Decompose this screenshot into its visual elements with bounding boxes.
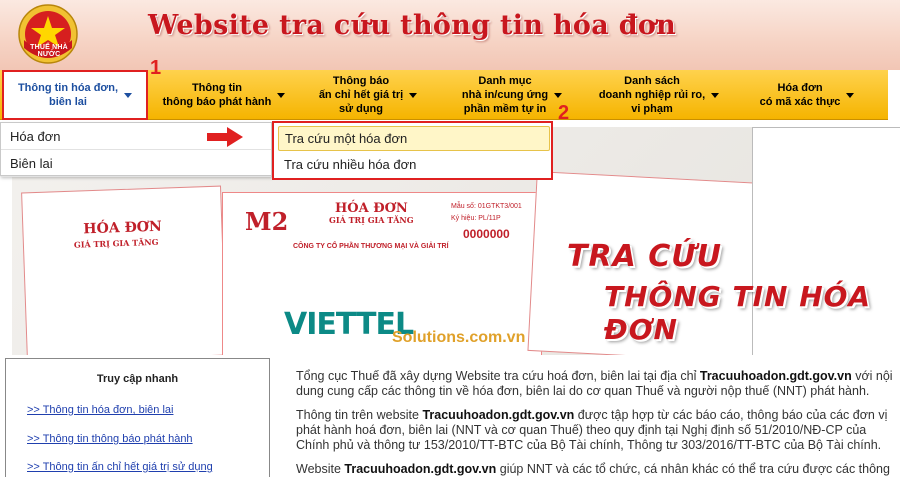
nav-authenticated-invoice[interactable]: Hóa đơn có mã xác thực	[732, 70, 882, 120]
nav-label: sử dụng	[338, 103, 383, 115]
nav-expired-forms[interactable]: Thông báo ấn chỉ hết giá trị sử dụng	[298, 70, 438, 120]
sheet-title: HÓA ĐƠN	[83, 218, 163, 238]
menu-item-lookup-multiple[interactable]: Tra cứu nhiều hóa đơn	[278, 153, 550, 178]
sheet-symbol: Ký hiệu: PL/11P	[451, 215, 501, 222]
quick-link-expired-forms[interactable]: >> Thông tin ấn chỉ hết giá trị sử dụng	[27, 461, 213, 473]
intro-text: Tổng cục Thuế đã xây dựng Website tra cứ…	[296, 369, 900, 477]
sheet-code: Mẫu số: 01GTKT3/001	[451, 203, 522, 210]
nav-label: ấn chỉ hết giá trị	[318, 89, 404, 101]
intro-paragraph-2: Thông tin trên website Tracuuhoadon.gdt.…	[296, 408, 900, 453]
nav-label: Hóa đơn	[777, 82, 823, 94]
menu-item-lookup-single[interactable]: Tra cứu một hóa đơn	[278, 126, 550, 151]
intro-paragraph-3: Website Tracuuhoadon.gdt.gov.vn giúp NNT…	[296, 462, 900, 477]
sheet-title: HÓA ĐƠN	[335, 201, 408, 216]
invoice-sheet-image: HÓA ĐƠN GIÁ TRỊ GIA TĂNG	[21, 185, 227, 355]
site-title: Website tra cứu thông tin hóa đơn	[148, 10, 677, 41]
sheet-m2: M2	[245, 207, 289, 236]
text-span: giúp NNT và các tổ chức, cá nhân khác có…	[496, 462, 890, 476]
quick-access-title: Truy cập nhanh	[96, 373, 179, 385]
text-span: Thông tin trên website	[296, 408, 423, 422]
step-marker-2: 2	[558, 102, 570, 124]
nav-label: phần mềm tự in	[463, 103, 547, 115]
banner-headline-2: THÔNG TIN HÓA ĐƠN	[604, 280, 872, 346]
site-url: Tracuuhoadon.gdt.gov.vn	[699, 369, 852, 383]
sheet-subtitle: GIÁ TRỊ GIA TĂNG	[329, 215, 414, 225]
nav-label: nhà in/cung ứng	[461, 89, 549, 101]
site-url: Tracuuhoadon.gdt.gov.vn	[422, 408, 575, 422]
nav-label: thông báo phát hành	[162, 96, 272, 108]
nav-risky-enterprises[interactable]: Danh sách doanh nghiệp rủi ro, vi phạm	[586, 70, 732, 120]
text-span: Website	[296, 462, 345, 476]
nav-label: Thông báo	[332, 75, 390, 87]
invoice-submenu: Tra cứu một hóa đơn Tra cứu nhiều hóa đơ…	[272, 121, 553, 180]
chevron-down-icon	[711, 92, 720, 98]
intro-paragraph-1: Tổng cục Thuế đã xây dựng Website tra cứ…	[296, 369, 900, 399]
site-header: THUẾ NHÀ NƯỚC Website tra cứu thông tin …	[0, 0, 900, 70]
menu-item-receipt[interactable]: Biên lai	[1, 150, 271, 177]
sheet-company: CÔNG TY CỔ PHẦN THƯƠNG MẠI VÀ GIẢI TRÍ	[293, 243, 449, 250]
arrow-right-icon	[207, 127, 243, 147]
text-span: Tổng cục Thuế đã xây dựng Website tra cứ…	[296, 369, 700, 383]
chevron-down-icon	[277, 92, 286, 98]
chevron-down-icon	[846, 92, 855, 98]
main-nav: Thông tin hóa đơn, biên lai Thông tin thôn…	[0, 70, 888, 120]
nav-label: biên lai	[49, 96, 87, 108]
nav-label: có mã xác thực	[759, 96, 841, 108]
step-marker-1: 1	[150, 57, 162, 79]
sheet-subtitle: GIÁ TRỊ GIA TĂNG	[73, 236, 159, 250]
chevron-down-icon	[409, 92, 418, 98]
sheet-number: 0000000	[463, 227, 510, 241]
nav-label: Danh sách	[624, 75, 680, 87]
nav-label: doanh nghiệp rủi ro,	[598, 89, 706, 101]
chevron-down-icon	[554, 92, 563, 98]
nav-label: vi phạm	[631, 103, 673, 115]
quick-link-issuance-notice[interactable]: >> Thông tin thông báo phát hành	[27, 433, 193, 445]
banner-headline-1: TRA CỨU	[567, 239, 722, 274]
nav-invoice-info[interactable]: Thông tin hóa đơn, biên lai	[2, 70, 148, 120]
viettel-solutions-logo: Solutions.com.vn	[392, 329, 526, 346]
nav-label: Thông tin	[191, 82, 243, 94]
chevron-down-icon	[124, 92, 133, 98]
quick-access-panel: Truy cập nhanh >> Thông tin hóa đơn, biê…	[5, 358, 270, 477]
nav-label: Thông tin hóa đơn,	[17, 82, 119, 94]
nav-issuance-notice[interactable]: Thông tin thông báo phát hành	[150, 70, 298, 120]
quick-link-invoice-info[interactable]: >> Thông tin hóa đơn, biên lai	[27, 404, 173, 416]
emblem-label: THUẾ NHÀ NƯỚC	[30, 44, 68, 58]
nav-label: Danh mục	[478, 75, 532, 87]
site-url: Tracuuhoadon.gdt.gov.vn	[344, 462, 497, 476]
